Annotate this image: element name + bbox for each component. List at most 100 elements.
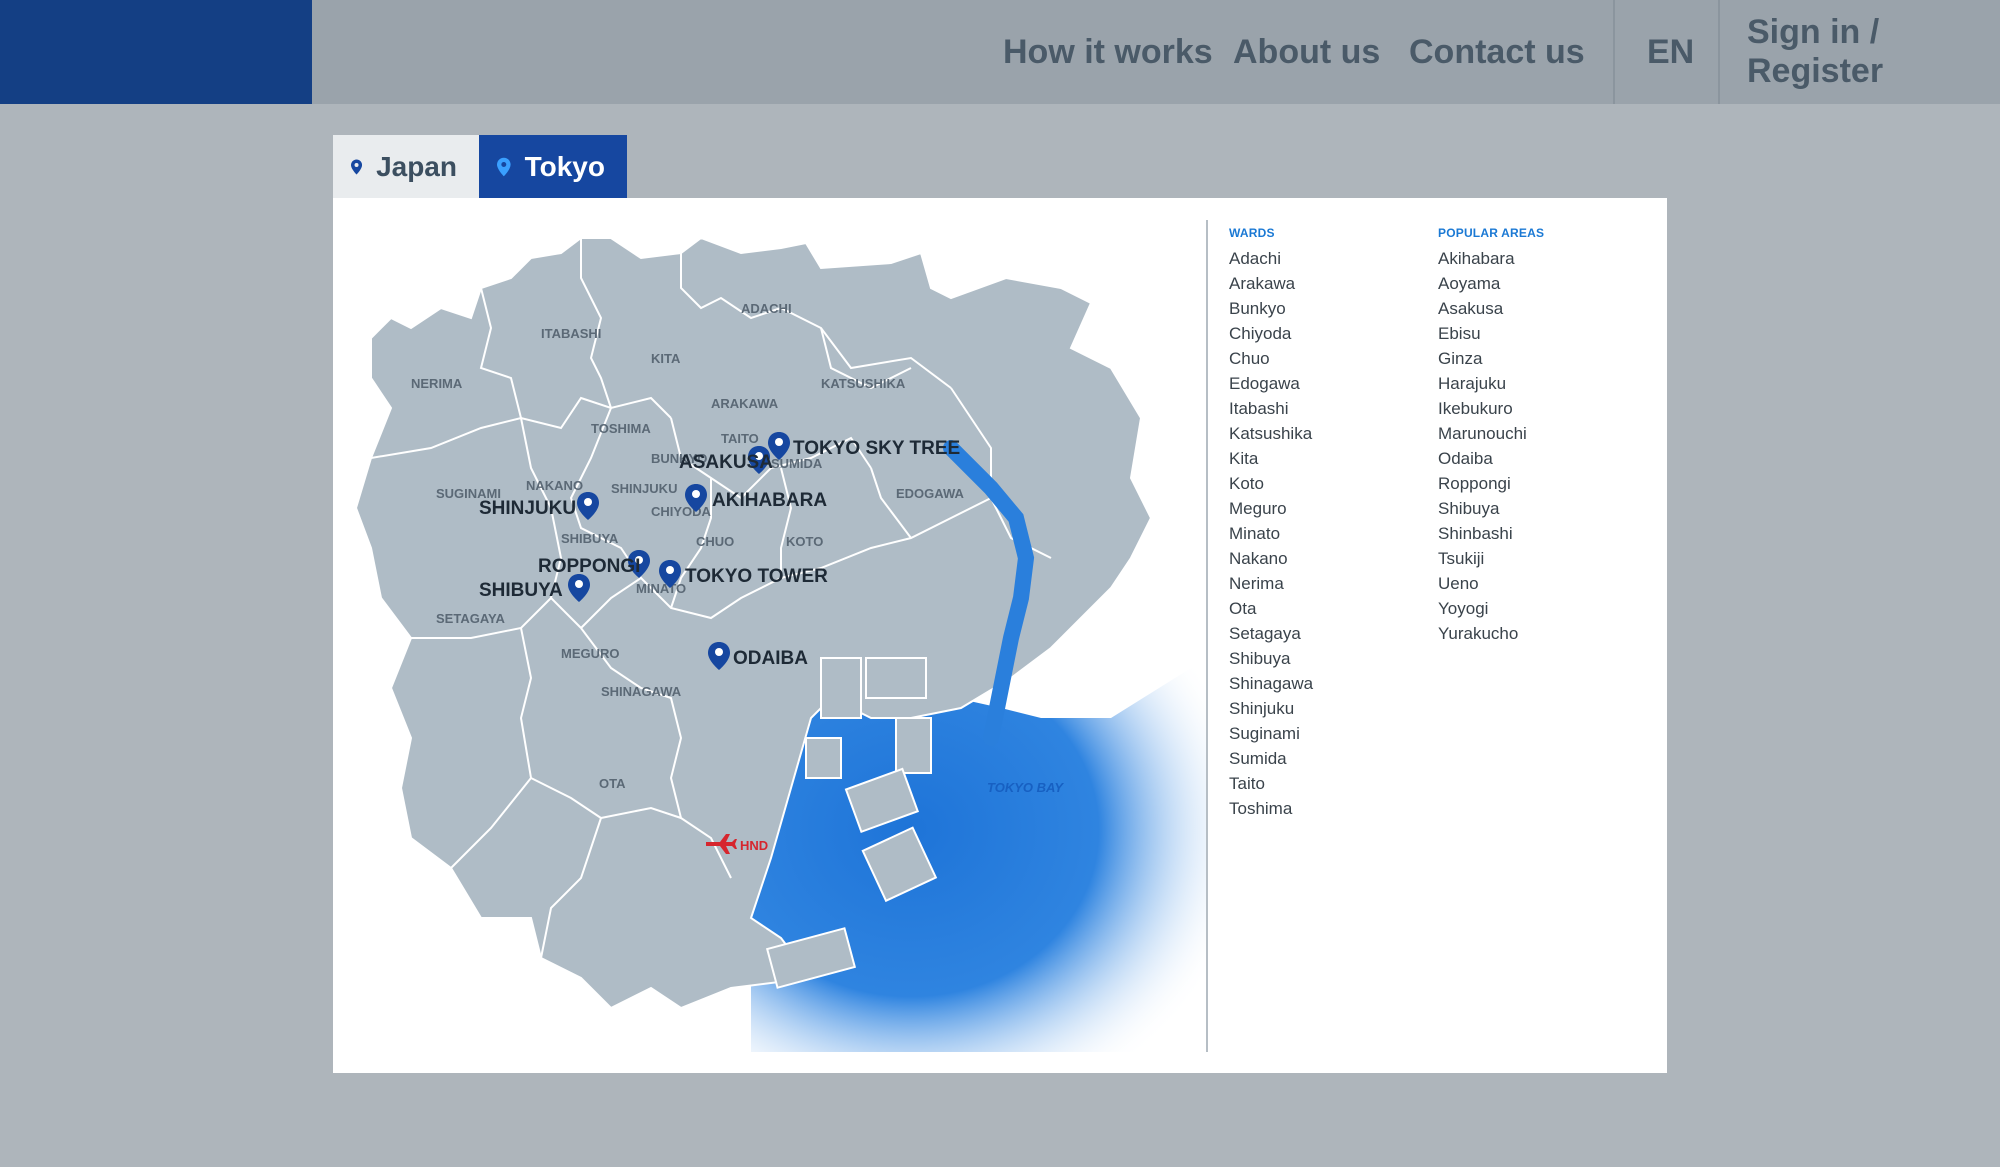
list-item[interactable]: Akihabara — [1438, 246, 1544, 271]
sign-in-register-link[interactable]: Sign in / Register — [1747, 13, 2000, 91]
nav-about-us-link[interactable]: About us — [1233, 33, 1380, 72]
list-item[interactable]: Roppongi — [1438, 471, 1544, 496]
list-item[interactable]: Ginza — [1438, 346, 1544, 371]
nav-how-it-works-link[interactable]: How it works — [1003, 33, 1213, 72]
list-item[interactable]: Suginami — [1229, 721, 1313, 746]
list-item[interactable]: Taito — [1229, 771, 1313, 796]
list-item[interactable]: Nerima — [1229, 571, 1313, 596]
popular-areas-list: POPULAR AREAS Akihabara Aoyama Asakusa Ebis… — [1438, 226, 1544, 646]
landmark-label: TOKYO TOWER — [685, 566, 828, 587]
list-item[interactable]: Harajuku — [1438, 371, 1544, 396]
list-item[interactable]: Yoyogi — [1438, 596, 1544, 621]
popular-areas-items: Akihabara Aoyama Asakusa Ebisu Ginza Harajuku… — [1438, 246, 1544, 646]
list-item[interactable]: Aoyama — [1438, 271, 1544, 296]
landmark-label: ASAKUSA — [679, 452, 773, 473]
ward-label: MINATO — [636, 581, 686, 596]
nav-contact-us[interactable]: Contact us — [1409, 0, 1585, 104]
top-navigation-bar: How it works About us Contact us EN Sign… — [0, 0, 2000, 104]
nav-how-it-works[interactable]: How it works — [1003, 0, 1213, 104]
list-item[interactable]: Ikebukuro — [1438, 396, 1544, 421]
list-item[interactable]: Ebisu — [1438, 321, 1544, 346]
list-item[interactable]: Tsukiji — [1438, 546, 1544, 571]
list-item[interactable]: Nakano — [1229, 546, 1313, 571]
list-item[interactable]: Shinagawa — [1229, 671, 1313, 696]
logo[interactable] — [0, 0, 312, 104]
ward-label: KATSUSHIKA — [821, 376, 906, 391]
tokyo-map: ADACHI ITABASHI KITA NERIMA KATSUSHIKA A… — [351, 218, 1207, 1052]
landmark-label: SHIBUYA — [479, 580, 563, 601]
ward-label: NERIMA — [411, 376, 463, 391]
landmark-label: SHINJUKU — [479, 498, 576, 519]
ward-label: SHINAGAWA — [601, 684, 682, 699]
location-tabs: Japan Tokyo — [333, 135, 627, 198]
ward-label: EDOGAWA — [896, 486, 965, 501]
list-item[interactable]: Shibuya — [1438, 496, 1544, 521]
wards-items: Adachi Arakawa Bunkyo Chiyoda Chuo Edogawa Ita… — [1229, 246, 1313, 821]
list-item[interactable]: Minato — [1229, 521, 1313, 546]
ward-label: TOSHIMA — [591, 421, 651, 436]
list-item[interactable]: Bunkyo — [1229, 296, 1313, 321]
landmark-label: AKIHABARA — [712, 490, 827, 511]
list-item[interactable]: Yurakucho — [1438, 621, 1544, 646]
ward-label: ITABASHI — [541, 326, 601, 341]
landmark-label: TOKYO SKY TREE — [793, 438, 960, 459]
list-item[interactable]: Marunouchi — [1438, 421, 1544, 446]
list-item[interactable]: Asakusa — [1438, 296, 1544, 321]
list-item[interactable]: Chuo — [1229, 346, 1313, 371]
list-item[interactable]: Toshima — [1229, 796, 1313, 821]
ward-label: MEGURO — [561, 646, 620, 661]
landmark-label: ODAIBA — [733, 648, 808, 669]
nav-divider — [1718, 0, 1720, 104]
list-item[interactable]: Meguro — [1229, 496, 1313, 521]
list-item[interactable]: Shinbashi — [1438, 521, 1544, 546]
map-panel: ADACHI ITABASHI KITA NERIMA KATSUSHIKA A… — [333, 198, 1667, 1073]
ward-label: ARAKAWA — [711, 396, 779, 411]
list-item[interactable]: Sumida — [1229, 746, 1313, 771]
list-item[interactable]: Chiyoda — [1229, 321, 1313, 346]
list-item[interactable]: Kita — [1229, 446, 1313, 471]
wards-heading: WARDS — [1229, 226, 1275, 240]
airport-label: HND — [740, 838, 768, 853]
landmark-label: ROPPONGI — [538, 556, 640, 577]
location-pin-icon — [497, 157, 511, 176]
ward-label: NAKANO — [526, 478, 583, 493]
tab-japan-label: Japan — [376, 150, 457, 182]
sign-in-register[interactable]: Sign in / Register — [1747, 0, 2000, 104]
tab-japan[interactable]: Japan — [333, 135, 479, 198]
list-item[interactable]: Itabashi — [1229, 396, 1313, 421]
location-pin-icon — [351, 158, 363, 175]
language-selector[interactable]: EN — [1647, 0, 1694, 104]
list-item[interactable]: Arakawa — [1229, 271, 1313, 296]
nav-contact-us-link[interactable]: Contact us — [1409, 33, 1585, 72]
list-item[interactable]: Adachi — [1229, 246, 1313, 271]
nav-about-us[interactable]: About us — [1233, 0, 1380, 104]
list-item[interactable]: Ota — [1229, 596, 1313, 621]
tab-tokyo[interactable]: Tokyo — [479, 135, 627, 198]
ward-label: SHINJUKU — [611, 481, 677, 496]
ward-label: CHIYODA — [651, 504, 712, 519]
list-item[interactable]: Edogawa — [1229, 371, 1313, 396]
ward-label: CHUO — [696, 534, 734, 549]
list-item[interactable]: Odaiba — [1438, 446, 1544, 471]
ward-label: OTA — [599, 776, 626, 791]
tab-tokyo-label: Tokyo — [524, 150, 605, 182]
ward-label: KITA — [651, 351, 681, 366]
popular-areas-heading: POPULAR AREAS — [1438, 226, 1545, 240]
ward-label: SETAGAYA — [436, 611, 505, 626]
ward-label: TAITO — [721, 431, 759, 446]
ward-label: KOTO — [786, 534, 823, 549]
bay-label: TOKYO BAY — [987, 780, 1064, 795]
ward-label: SHIBUYA — [561, 531, 619, 546]
list-item[interactable]: Shinjuku — [1229, 696, 1313, 721]
language-label[interactable]: EN — [1647, 33, 1694, 72]
list-item[interactable]: Shibuya — [1229, 646, 1313, 671]
ward-label: ADACHI — [741, 301, 792, 316]
tokyo-map-svg: ADACHI ITABASHI KITA NERIMA KATSUSHIKA A… — [354, 236, 1207, 1052]
list-item[interactable]: Koto — [1229, 471, 1313, 496]
list-item[interactable]: Katsushika — [1229, 421, 1313, 446]
list-item[interactable]: Setagaya — [1229, 621, 1313, 646]
wards-list: WARDS Adachi Arakawa Bunkyo Chiyoda Chuo Edog… — [1229, 226, 1313, 821]
list-item[interactable]: Ueno — [1438, 571, 1544, 596]
nav-divider — [1613, 0, 1615, 104]
panel-divider — [1206, 220, 1208, 1052]
